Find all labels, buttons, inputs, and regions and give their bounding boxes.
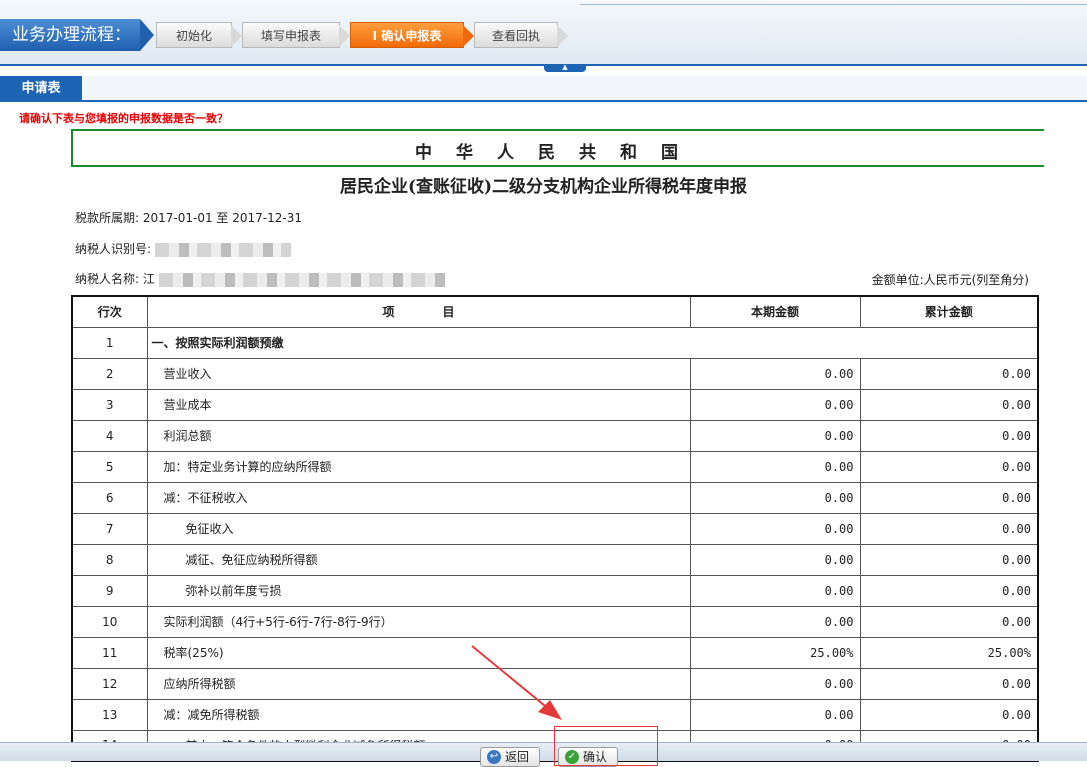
back-button[interactable]: ↩ 返回 [480, 747, 541, 767]
table-row: 1 一、按照实际利润额预缴 [71, 326, 1039, 359]
col-header-no: 行次 [71, 295, 148, 328]
header-decoration [580, 4, 1087, 34]
workflow-bar: 业务办理流程： 初始化 填写申报表 I 确认申报表 查看回执 [0, 0, 1087, 66]
amount-unit: 金额单位:人民币元(列至角分) [871, 273, 1029, 287]
row-cumulative-amount: 0.00 [859, 357, 1039, 390]
row-cumulative-amount: 0.00 [859, 605, 1039, 638]
table-row: 3 营业成本 0.00 0.00 [71, 388, 1039, 421]
confirm-warning: 请确认下表与您填报的申报数据是否一致？ [19, 112, 228, 125]
row-cumulative-amount: 0.00 [859, 512, 1039, 545]
row-current-amount: 25.00% [689, 636, 861, 669]
row-number: 4 [71, 419, 148, 452]
row-cumulative-amount: 0.00 [859, 574, 1039, 607]
taxpayer-name-label: 纳税人名称: [75, 272, 140, 286]
step-view-receipt[interactable]: 查看回执 [474, 22, 568, 48]
row-number: 9 [71, 574, 148, 607]
step-fill-form[interactable]: 填写申报表 [242, 22, 350, 48]
taxpayer-id-label: 纳税人识别号: [75, 242, 152, 256]
row-current-amount: 0.00 [689, 419, 861, 452]
row-item: 减：不征税收入 [146, 481, 691, 514]
row-number: 5 [71, 450, 148, 483]
row-current-amount: 0.00 [689, 605, 861, 638]
step-initialize[interactable]: 初始化 [156, 22, 242, 48]
tax-period: 税款所属期: 2017-01-01 至 2017-12-31 [75, 209, 302, 226]
table-row: 9 弥补以前年度亏损 0.00 0.00 [71, 574, 1039, 607]
row-cumulative-amount: 0.00 [859, 543, 1039, 576]
row-current-amount: 0.00 [689, 543, 861, 576]
row-number: 13 [71, 698, 148, 731]
row-item: 实际利润额（4行+5行-6行-7行-8行-9行） [146, 605, 691, 638]
row-number: 11 [71, 636, 148, 669]
row-item: 税率(25%) [146, 636, 691, 669]
table-row: 2 营业收入 0.00 0.00 [71, 357, 1039, 390]
nation-title: 中华人民共和国 [415, 143, 702, 163]
tab-bar: 申请表 [0, 76, 1087, 102]
col-header-current: 本期金额 [689, 295, 861, 328]
back-button-label: 返回 [505, 750, 530, 764]
tab-application-form[interactable]: 申请表 [0, 76, 82, 102]
table-row: 5 加：特定业务计算的应纳所得额 0.00 0.00 [71, 450, 1039, 483]
row-cumulative-amount: 0.00 [859, 667, 1039, 700]
taxpayer-name-redacted [158, 272, 445, 287]
row-number: 2 [71, 357, 148, 390]
row-item: 减征、免征应纳税所得额 [146, 543, 691, 576]
row-number: 8 [71, 543, 148, 576]
row-item: 营业成本 [146, 388, 691, 421]
row-current-amount: 0.00 [689, 667, 861, 700]
row-cumulative-amount: 0.00 [859, 698, 1039, 731]
row-current-amount: 0.00 [689, 450, 861, 483]
row-item: 利润总额 [146, 419, 691, 452]
annotation-highlight-box [554, 726, 658, 766]
row-item: 应纳所得税额 [146, 667, 691, 700]
row-number: 1 [71, 326, 148, 359]
row-current-amount: 0.00 [689, 481, 861, 514]
tax-period-label: 税款所属期: [75, 211, 140, 225]
taxpayer-name: 纳税人名称: 江 [75, 270, 445, 287]
annotation-arrow-icon [471, 645, 562, 720]
table-row: 6 减：不征税收入 0.00 0.00 [71, 481, 1039, 514]
taxpayer-id: 纳税人识别号: [75, 240, 291, 257]
taxpayer-name-prefix: 江 [142, 272, 155, 286]
taxpayer-id-redacted [154, 242, 291, 257]
row-item: 加：特定业务计算的应纳所得额 [146, 450, 691, 483]
row-item: 弥补以前年度亏损 [146, 574, 691, 607]
row-current-amount: 0.00 [689, 388, 861, 421]
row-cumulative-amount: 25.00% [859, 636, 1039, 669]
tax-period-value: 2017-01-01 至 2017-12-31 [142, 211, 302, 225]
row-number: 6 [71, 481, 148, 514]
row-cumulative-amount: 0.00 [859, 419, 1039, 452]
row-current-amount: 0.00 [689, 357, 861, 390]
table-row: 10 实际利润额（4行+5行-6行-7行-8行-9行） 0.00 0.00 [71, 605, 1039, 638]
row-cumulative-amount: 0.00 [859, 450, 1039, 483]
row-cumulative-amount: 0.00 [859, 481, 1039, 514]
col-header-item: 项 目 [146, 295, 691, 328]
nation-banner: 中华人民共和国 [71, 129, 1044, 167]
col-header-cumulative: 累计金额 [859, 295, 1039, 328]
back-icon: ↩ [487, 750, 501, 764]
row-number: 3 [71, 388, 148, 421]
row-item: 一、按照实际利润额预缴 [146, 326, 1039, 359]
workflow-title: 业务办理流程： [0, 19, 154, 51]
table-header-row: 行次 项 目 本期金额 累计金额 [71, 295, 1039, 328]
row-number: 12 [71, 667, 148, 700]
table-row: 8 减征、免征应纳税所得额 0.00 0.00 [71, 543, 1039, 576]
step-confirm-form[interactable]: I 确认申报表 [350, 22, 474, 48]
row-cumulative-amount: 0.00 [859, 388, 1039, 421]
row-current-amount: 0.00 [689, 512, 861, 545]
action-bar: ↩ 返回 ✓ 确认 [0, 742, 1087, 767]
collapse-toggle-icon[interactable]: ▲ [544, 64, 586, 72]
row-item: 免征收入 [146, 512, 691, 545]
row-current-amount: 0.00 [689, 574, 861, 607]
table-row: 4 利润总额 0.00 0.00 [71, 419, 1039, 452]
row-item: 营业收入 [146, 357, 691, 390]
row-number: 7 [71, 512, 148, 545]
row-number: 10 [71, 605, 148, 638]
row-current-amount: 0.00 [689, 698, 861, 731]
form-title: 居民企业(查账征收)二级分支机构企业所得税年度申报 [339, 177, 748, 197]
table-row: 7 免征收入 0.00 0.00 [71, 512, 1039, 545]
